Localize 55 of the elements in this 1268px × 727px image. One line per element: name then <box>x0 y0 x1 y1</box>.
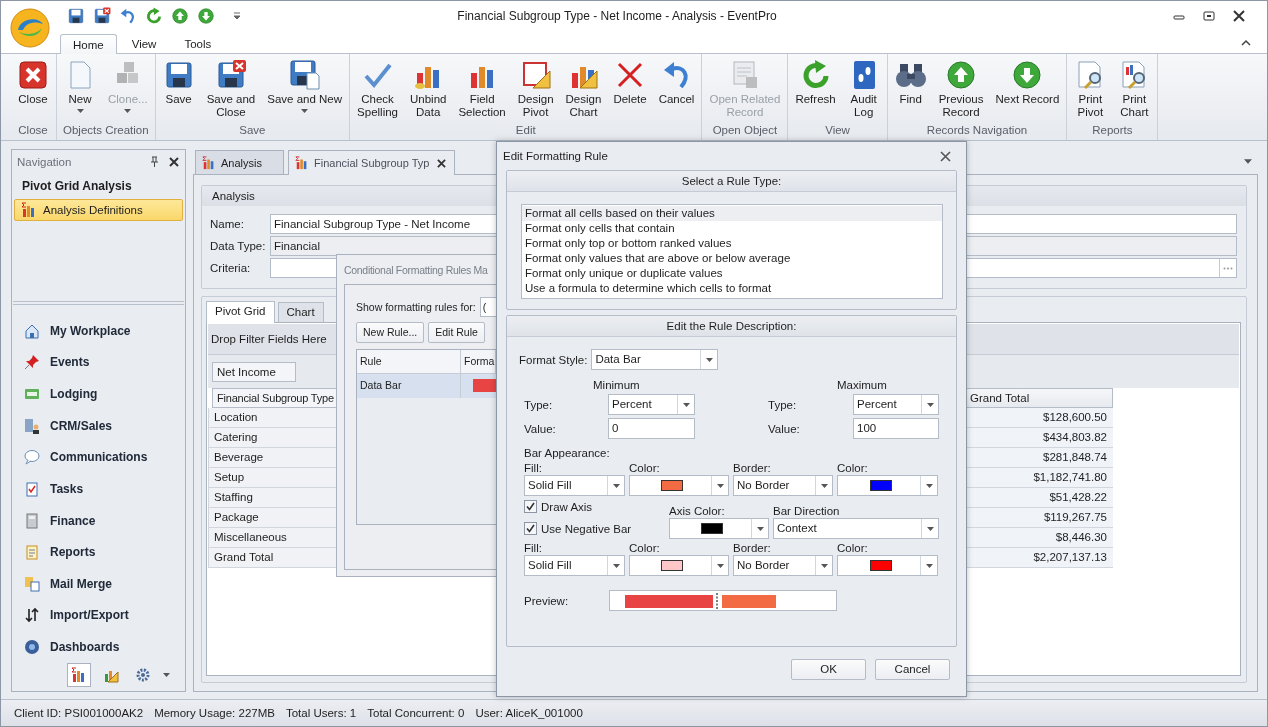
row-header: Setup <box>208 468 338 488</box>
status-text: Memory Usage: 227MB <box>154 707 275 719</box>
group-label: Open Object <box>711 124 779 138</box>
group-label: Reports <box>1091 124 1134 138</box>
row-header: Miscellaneous <box>208 528 338 548</box>
filter-area-hint: Drop Filter Fields Here <box>211 333 327 345</box>
column-heading: Maximum <box>837 379 888 391</box>
field-label: Preview: <box>524 594 570 607</box>
status-text: Client ID: PSI001000AK2 <box>14 707 144 719</box>
status-text: User: AliceK_001000 <box>475 707 583 719</box>
field-label: Format Style: <box>519 353 588 366</box>
row-header: Catering <box>208 428 338 448</box>
row-header: Grand Total <box>208 548 338 568</box>
status-text: Total Users: 1 <box>285 707 357 719</box>
section-header: Edit the Rule Description: <box>507 316 956 337</box>
field-label: Value: <box>524 422 557 435</box>
row-header: Package <box>208 508 338 528</box>
field-label: Fill: <box>524 462 543 474</box>
checkbox-label: Use Negative Bar <box>541 522 632 535</box>
checkbox-label: Draw Axis <box>541 500 593 513</box>
group-label: View <box>824 124 851 138</box>
dialog-title: Edit Formatting Rule <box>503 150 608 162</box>
field-label: Border: <box>733 462 772 474</box>
column-header: Rule <box>357 350 461 373</box>
row-header: Beverage <box>208 448 338 468</box>
field-label: Show formatting rules for: <box>356 301 476 313</box>
row-header: Location <box>208 408 338 428</box>
field-label: Color: <box>837 462 869 474</box>
row-header: Staffing <box>208 488 338 508</box>
field-label: Data Type: <box>210 240 267 252</box>
field-label: Border: <box>733 542 772 554</box>
group-label: Close <box>17 124 49 138</box>
field-label: Criteria: <box>210 262 252 274</box>
field-label: Color: <box>629 542 661 554</box>
field-label: Type: <box>524 398 554 411</box>
group-label: Save <box>238 124 267 138</box>
dialog-title: Conditional Formatting Rules Ma <box>344 264 489 278</box>
group-label: Edit <box>514 124 537 138</box>
field-label: Axis Color: <box>669 505 726 517</box>
group-label: Records Navigation <box>925 124 1029 138</box>
window-title: Financial Subgroup Type - Net Income - Analysis - EventPro <box>456 8 778 23</box>
field-label: Color: <box>837 542 869 554</box>
status-text: Total Concurrent: 0 <box>367 707 465 719</box>
section-header: Select a Rule Type: <box>507 171 956 192</box>
field-label: Fill: <box>524 542 543 554</box>
field-label: Color: <box>629 462 661 474</box>
section-title: Pivot Grid Analysis <box>21 177 133 195</box>
group-label: Objects Creation <box>62 124 150 138</box>
field-label: Value: <box>768 422 801 435</box>
field-label: Type: <box>768 398 798 411</box>
field-label: Bar Direction <box>773 505 841 517</box>
section-label: Bar Appearance: <box>523 447 611 459</box>
panel-title: Navigation <box>17 155 72 168</box>
column-heading: Minimum <box>593 379 641 391</box>
field-label: Name: <box>210 218 245 230</box>
